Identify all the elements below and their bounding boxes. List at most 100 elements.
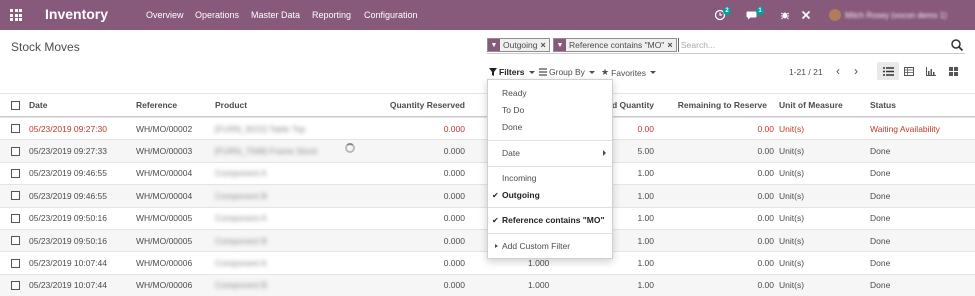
menu-configuration[interactable]: Configuration [364,10,418,20]
groupby-label: Group By [549,67,585,77]
row-checkbox[interactable] [11,124,20,134]
page-title: Stock Moves [11,40,80,54]
user-name[interactable]: Mitch Rosey (vocon demo 1) [845,11,947,20]
table-row[interactable]: 05/23/2019 10:07:44 WH/MO/00006 Component … [0,273,975,296]
cell-remaining: 0.00 [757,258,774,269]
activity-button[interactable]: 2 [714,0,734,30]
filter-date[interactable]: Date [488,146,612,160]
header-reference[interactable]: Reference [136,94,177,116]
check-icon: ✔ [492,215,499,225]
caret-down-icon [528,70,535,74]
row-checkbox[interactable] [11,191,20,201]
add-custom-filter-label: Add Custom Filter [502,241,571,251]
cell-done-quantity: 1.00 [637,280,654,291]
cell-date: 05/23/2019 09:50:16 [29,213,107,224]
cell-product: Component B [215,190,267,201]
pager-value[interactable]: 1-21 / 21 [789,67,823,77]
filter-icon: ▼ [488,39,500,51]
dropdown-divider [488,166,612,167]
user-avatar[interactable] [829,9,841,21]
filter-to-do[interactable]: To Do [488,103,612,117]
cell-reference: WH/MO/00005 [136,235,193,246]
row-checkbox[interactable] [11,213,20,223]
row-checkbox[interactable] [11,168,20,178]
cell-date: 05/23/2019 10:07:44 [29,258,107,269]
cell-status: Done [870,258,891,269]
dropdown-divider [488,140,612,141]
filters-button[interactable]: Filters [489,67,535,77]
graph-view-icon[interactable] [920,62,942,80]
header-product[interactable]: Product [215,94,247,116]
cell-quantity-reserved: 0.000 [443,280,465,291]
search-icon[interactable] [950,38,964,52]
cell-date: 05/23/2019 10:07:44 [29,280,107,291]
cell-remaining: 0.00 [757,235,774,246]
header-quantity-reserved[interactable]: Quantity Reserved [370,94,465,116]
cell-unit-of-measure: Unit(s) [779,235,805,246]
add-custom-filter[interactable]: Add Custom Filter [488,239,612,253]
cell-date: 05/23/2019 09:27:30 [29,123,107,134]
groupby-button[interactable]: Group By [539,67,595,77]
row-checkbox[interactable] [11,258,20,268]
loading-spinner-icon [345,143,355,153]
cell-quantity-reserved: 0.000 [443,213,465,224]
bug-icon [780,12,790,20]
apps-menu-icon[interactable] [10,9,22,21]
menu-master-data[interactable]: Master Data [251,10,300,20]
filter-incoming[interactable]: Incoming [488,171,612,185]
row-checkbox[interactable] [11,146,20,156]
cell-unit-of-measure: Unit(s) [779,280,805,291]
search-input[interactable] [678,38,938,52]
cell-status: Done [870,213,891,224]
pager-next-icon[interactable]: › [850,64,862,78]
messages-button[interactable]: 1 [746,0,766,30]
cell-product: Component B [215,280,267,291]
kanban-view-icon[interactable] [942,62,964,80]
cell-quantity-reserved: 0.000 [443,123,465,134]
header-status[interactable]: Status [870,94,896,116]
filter-reference-mo[interactable]: ✔ Reference contains "MO" [488,213,612,227]
cell-unit-of-measure: Unit(s) [779,168,805,179]
menu-reporting[interactable]: Reporting [312,10,351,20]
list-view-icon[interactable] [877,62,899,80]
filter-outgoing[interactable]: ✔ Outgoing [488,188,612,202]
pivot-view-icon[interactable] [898,62,920,80]
menu-operations[interactable]: Operations [195,10,239,20]
remove-facet-icon[interactable]: × [541,40,546,50]
facet-reference: ▼ Reference contains "MO" × [553,38,677,52]
header-date[interactable]: Date [29,94,47,116]
cell-date: 05/23/2019 09:46:55 [29,168,107,179]
cell-reference: WH/MO/00005 [136,213,193,224]
header-remaining-to-reserve[interactable]: Remaining to Reserve [660,94,767,116]
cell-remaining: 0.00 [757,146,774,157]
cell-status: Done [870,235,891,246]
select-all-checkbox[interactable] [11,100,20,110]
remove-facet-icon[interactable]: × [667,40,672,50]
cell-status: Done [870,190,891,201]
star-icon: ★ [601,67,610,77]
header-unit-of-measure[interactable]: Unit of Measure [779,94,843,116]
menu-overview[interactable]: Overview [146,10,184,20]
cell-remaining: 0.00 [757,123,774,134]
cell-remaining: 0.00 [757,168,774,179]
row-checkbox[interactable] [11,280,20,290]
cell-product: Component A [215,168,267,179]
row-checkbox[interactable] [11,236,20,246]
cross-tools-icon [801,10,811,20]
tools-button[interactable] [800,0,812,30]
filter-done[interactable]: Done [488,120,612,134]
filters-label: Filters [499,67,525,77]
filter-ready[interactable]: Ready [488,86,612,100]
cell-unit-of-measure: Unit(s) [779,123,805,134]
pager-previous-icon[interactable]: ‹ [832,64,844,78]
cell-product: Component A [215,258,267,269]
debug-button[interactable] [779,0,791,30]
favorites-button[interactable]: ★ Favorites [601,67,657,78]
cell-product: [FURN_7598] Frame Stock [215,146,318,157]
app-brand: Inventory [45,6,109,22]
search-bar: ▼ Outgoing × ▼ Reference contains "MO" × [487,37,965,54]
filter-icon [489,68,497,76]
cell-product: Component A [215,213,267,224]
cell-status: Waiting Availability [870,123,940,134]
filters-dropdown: Ready To Do Done Date Incoming ✔ Outgoin… [487,79,613,259]
